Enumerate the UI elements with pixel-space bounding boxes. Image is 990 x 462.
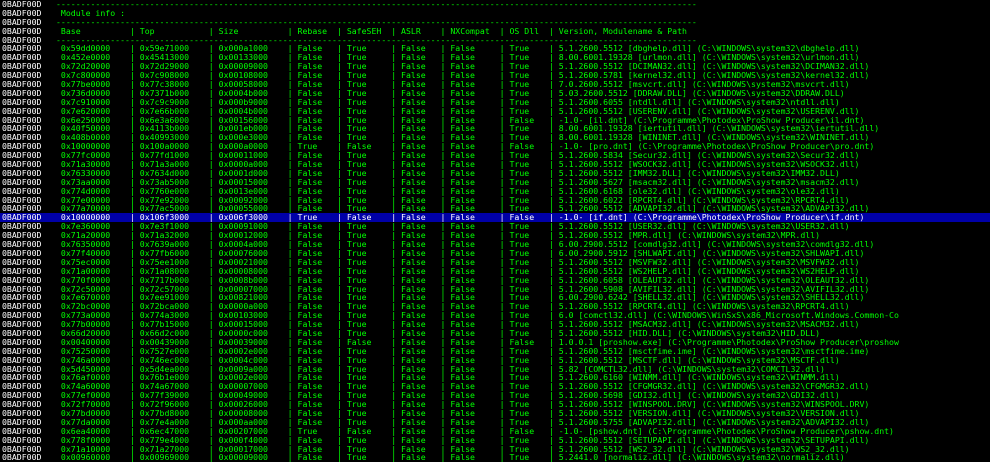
module-info-log: 0BADF00D --------------------------------… <box>0 0 990 462</box>
separator-text: ----------------------------------------… <box>56 0 697 9</box>
separator-line[interactable]: 0BADF00D --------------------------------… <box>0 0 990 9</box>
